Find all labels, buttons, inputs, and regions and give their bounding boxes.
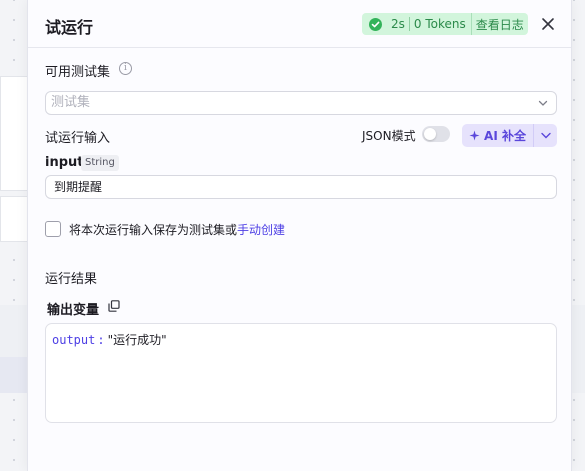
save-as-testset-checkbox[interactable] [45,221,61,237]
background-node [0,76,30,191]
input-value-field[interactable]: 到期提醒 [45,175,557,199]
run-input-label: 试运行输入 [45,131,111,146]
testset-select[interactable]: 测试集 [45,91,557,115]
background-node-selected [0,357,30,393]
panel-title: 试运行 [45,18,94,37]
manual-create-link[interactable]: 手动创建 [237,223,285,237]
input-type-tag: String [81,155,119,171]
testset-label: 可用测试集 [45,65,111,80]
input-field-name: input [45,155,84,170]
background-node [572,305,585,393]
run-duration: 2s [391,17,405,31]
output-variables-label: 输出变量 [47,303,100,318]
output-result-box: output: "运行成功" [45,323,557,423]
copy-icon[interactable] [108,300,120,312]
token-count: 0 Tokens [413,17,466,31]
output-colon: : [97,333,105,347]
ai-complete-label: AI 补全 [484,129,526,143]
sparkle-icon [469,130,480,141]
background-node [0,196,30,242]
badge-divider [470,13,472,35]
ai-complete-button[interactable]: AI 补全 [462,124,533,147]
ai-options-dropdown[interactable] [533,124,557,147]
view-log-link[interactable]: 查看日志 [476,16,524,33]
output-value: "运行成功" [107,333,167,347]
json-mode-toggle[interactable] [422,126,450,142]
check-circle-icon [369,17,382,31]
run-status-badge: 2s 0 Tokens 查看日志 [362,13,528,35]
test-run-panel: 试运行 2s 0 Tokens 查看日志 可用测试集 i 测试集 试运行输入 J… [27,0,572,471]
toggle-knob [424,128,436,140]
chevron-down-icon [538,100,548,106]
json-mode-label: JSON模式 [362,129,416,143]
testset-placeholder: 测试集 [51,95,91,110]
save-as-testset-label: 将本次运行输入保存为测试集或 [69,223,238,237]
panel-header: 试运行 2s 0 Tokens 查看日志 [28,0,571,48]
info-icon[interactable]: i [119,62,132,75]
close-icon[interactable] [540,16,556,32]
background-node [0,305,30,357]
badge-separator [408,17,410,31]
run-result-label: 运行结果 [45,272,98,287]
output-key: output [52,333,96,347]
chevron-down-icon [541,132,551,139]
save-as-testset-text: 将本次运行输入保存为测试集或手动创建 [69,221,285,238]
